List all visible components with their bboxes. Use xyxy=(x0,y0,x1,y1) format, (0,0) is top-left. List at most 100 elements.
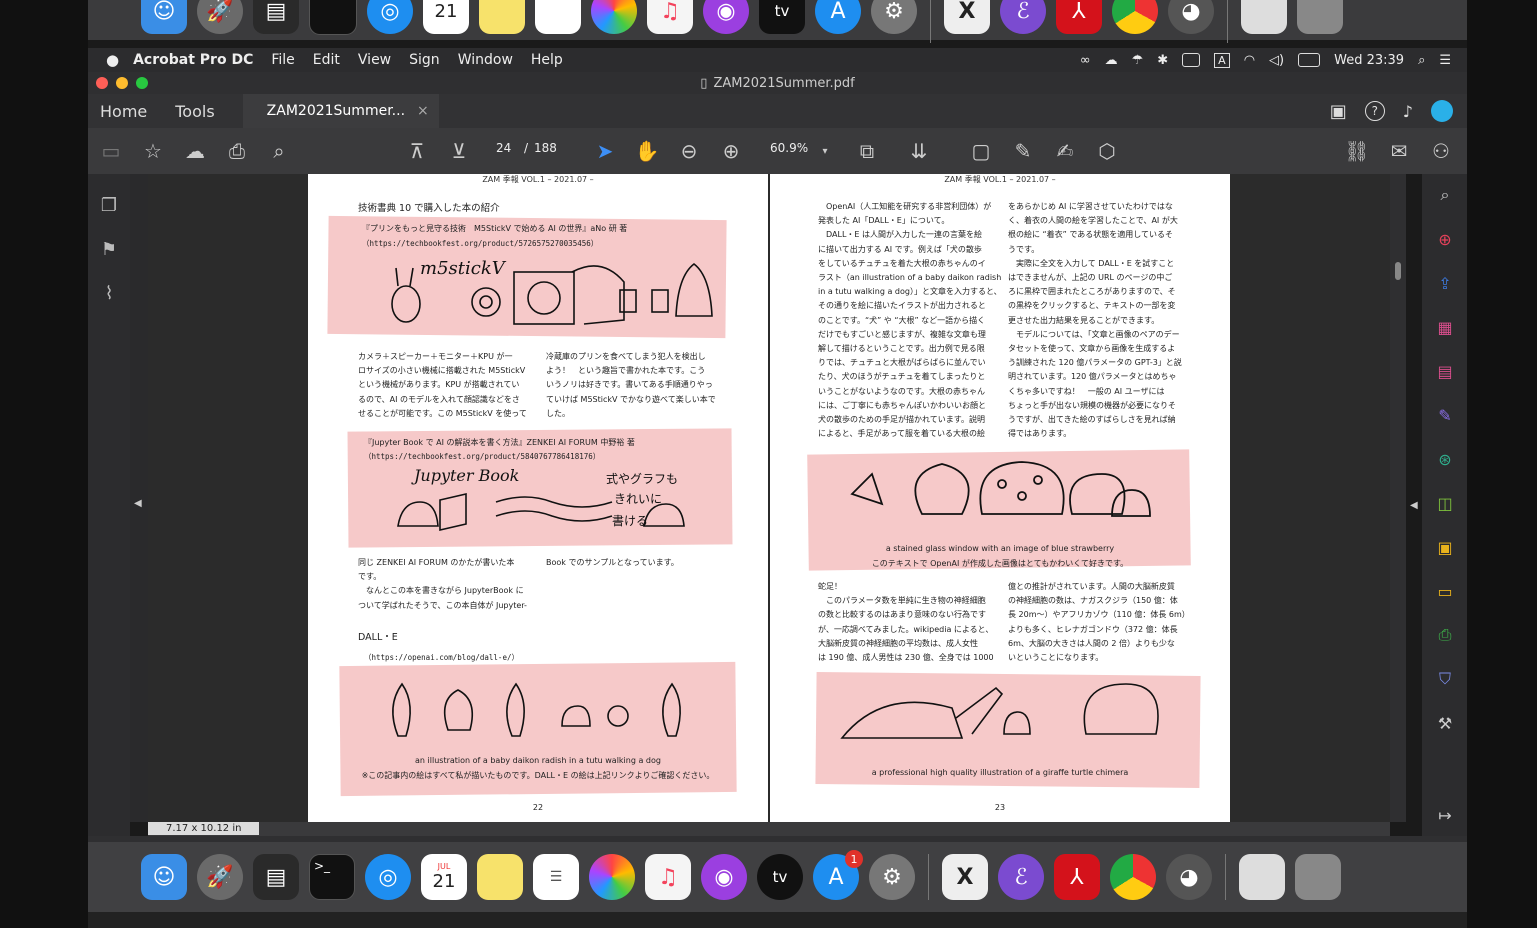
reminders-icon[interactable]: ☰ xyxy=(533,854,579,900)
weather-icon[interactable]: ☂ xyxy=(1132,53,1144,68)
save-icon[interactable]: ▭ xyxy=(98,138,124,164)
apple-tv-icon[interactable]: tv xyxy=(757,854,803,900)
export-file-icon[interactable]: ▣ xyxy=(1434,536,1456,558)
keyboard-icon[interactable] xyxy=(1182,53,1201,67)
fill-and-sign-icon[interactable]: ✎ xyxy=(1434,404,1456,426)
apple-tv-icon[interactable]: tv xyxy=(759,0,805,34)
hand-tool-icon[interactable]: ✋ xyxy=(634,138,660,164)
page-thumbnails-icon[interactable]: ❐ xyxy=(98,194,120,216)
draw-tool-icon[interactable]: ✍ xyxy=(1052,138,1078,164)
downloads-stack-icon[interactable] xyxy=(1241,0,1287,34)
spotlight-search-icon[interactable]: ⌕ xyxy=(1418,53,1425,68)
scroll-mode-icon[interactable]: ⇊ xyxy=(906,138,932,164)
apple-menu-icon[interactable]: ● xyxy=(106,51,119,69)
system-preferences-icon[interactable]: ⚙ xyxy=(871,0,917,34)
cloud-sync-icon[interactable]: ☁ xyxy=(1105,53,1118,68)
menu-help[interactable]: Help xyxy=(531,52,563,68)
zoom-search-icon[interactable]: ⌕ xyxy=(1434,184,1456,206)
export-pdf-icon[interactable]: ⇪ xyxy=(1434,272,1456,294)
acrobat-icon[interactable]: ⅄ xyxy=(1056,0,1102,34)
creative-cloud-icon[interactable]: ∞ xyxy=(1080,53,1091,68)
trash-icon[interactable] xyxy=(1295,854,1341,900)
combine-files-icon[interactable]: ◫ xyxy=(1434,492,1456,514)
zoom-window-button[interactable] xyxy=(136,77,148,89)
terminal-icon[interactable] xyxy=(309,0,357,35)
notifications-bell-icon[interactable]: ♪ xyxy=(1403,102,1413,121)
tab-tools[interactable]: Tools xyxy=(175,102,214,121)
control-center-icon[interactable]: ☰ xyxy=(1439,53,1451,68)
gimp-icon[interactable]: ◕ xyxy=(1168,0,1214,34)
collapse-rail-icon[interactable]: ↦ xyxy=(1434,804,1456,826)
notes-icon[interactable] xyxy=(479,0,525,34)
x11-icon[interactable]: X xyxy=(942,854,988,900)
add-comment-icon[interactable]: ▢ xyxy=(968,138,994,164)
attachments-icon[interactable]: ⌇ xyxy=(98,282,120,304)
podcasts-icon[interactable]: ◉ xyxy=(703,0,749,34)
calendar-icon[interactable]: 21 xyxy=(423,0,469,34)
next-page-icon[interactable]: ⊻ xyxy=(446,138,472,164)
music-icon[interactable]: ♫ xyxy=(647,0,693,34)
app-store-icon[interactable]: A xyxy=(815,0,861,34)
search-zoom-icon[interactable]: ⌕ xyxy=(266,138,292,164)
photos-icon[interactable] xyxy=(589,854,635,900)
safari-icon[interactable]: ◎ xyxy=(367,0,413,34)
bluetooth-icon[interactable]: ✱ xyxy=(1157,53,1168,68)
launchpad-icon[interactable]: 🚀 xyxy=(197,854,243,900)
organize-pages-icon[interactable]: ▦ xyxy=(1434,316,1456,338)
create-pdf-icon[interactable]: ⊕ xyxy=(1434,228,1456,250)
more-tools-icon[interactable]: ⚒ xyxy=(1434,712,1456,734)
left-panel-toggle[interactable]: ◀ xyxy=(130,174,148,822)
menu-window[interactable]: Window xyxy=(458,52,513,68)
downloads-stack-icon[interactable] xyxy=(1239,854,1285,900)
select-cursor-icon[interactable]: ➤ xyxy=(592,138,618,164)
bookmarks-icon[interactable]: ⚑ xyxy=(98,238,120,260)
notes-icon[interactable] xyxy=(477,854,523,900)
expand-panel-arrow-icon[interactable]: ◀ xyxy=(1410,500,1418,511)
app-store-icon[interactable]: A 1 xyxy=(813,850,863,900)
bookmark-star-icon[interactable]: ☆ xyxy=(140,138,166,164)
comment-bubble-icon[interactable]: ▣ xyxy=(1330,101,1347,122)
trash-icon[interactable] xyxy=(1297,0,1343,34)
system-preferences-icon[interactable]: ⚙ xyxy=(869,854,915,900)
music-icon[interactable]: ♫ xyxy=(645,854,691,900)
gimp-icon[interactable]: ◕ xyxy=(1166,854,1212,900)
volume-icon[interactable]: ◁) xyxy=(1269,53,1284,68)
photos-icon[interactable] xyxy=(591,0,637,34)
menu-sign[interactable]: Sign xyxy=(409,52,440,68)
scrollbar-thumb[interactable] xyxy=(1395,262,1401,280)
minimize-window-button[interactable] xyxy=(116,77,128,89)
share-link-icon[interactable]: ⛓ xyxy=(1344,138,1370,164)
print-icon[interactable]: ⎙ xyxy=(224,138,250,164)
page-number-input[interactable]: 24 xyxy=(496,141,511,155)
emacs-icon[interactable]: ℰ xyxy=(1000,0,1046,34)
finder-icon[interactable]: ☺ xyxy=(141,854,187,900)
fill-sign-icon[interactable]: ⬡ xyxy=(1094,138,1120,164)
tab-document[interactable]: ZAM2021Summer... × xyxy=(242,94,439,128)
zoom-in-icon[interactable]: ⊕ xyxy=(718,138,744,164)
acrobat-icon[interactable]: ⅄ xyxy=(1054,854,1100,900)
protect-shield-icon[interactable]: ⛉ xyxy=(1434,668,1456,690)
activity-monitor-icon[interactable]: ▤ xyxy=(253,854,299,900)
finder-icon[interactable]: ☺ xyxy=(141,0,187,34)
previous-page-icon[interactable]: ⊼ xyxy=(404,138,430,164)
highlight-pen-icon[interactable]: ✎ xyxy=(1010,138,1036,164)
chrome-icon[interactable] xyxy=(1110,854,1156,900)
menu-edit[interactable]: Edit xyxy=(313,52,340,68)
compare-files-icon[interactable]: ⊛ xyxy=(1434,448,1456,470)
podcasts-icon[interactable]: ◉ xyxy=(701,854,747,900)
vertical-scrollbar[interactable] xyxy=(1390,174,1406,822)
edit-pdf-icon[interactable]: ▤ xyxy=(1434,360,1456,382)
comment-tool-icon[interactable]: ▭ xyxy=(1434,580,1456,602)
help-icon[interactable]: ? xyxy=(1364,101,1385,121)
collapse-arrow-icon[interactable]: ◀ xyxy=(134,498,142,509)
app-menu[interactable]: Acrobat Pro DC xyxy=(133,52,253,68)
tab-close-button[interactable]: × xyxy=(417,103,429,119)
safari-icon[interactable]: ◎ xyxy=(365,854,411,900)
emacs-icon[interactable]: ℰ xyxy=(998,854,1044,900)
chevron-down-icon[interactable]: ▾ xyxy=(812,138,838,164)
menu-file[interactable]: File xyxy=(271,52,294,68)
user-avatar[interactable] xyxy=(1431,100,1453,122)
activity-monitor-icon[interactable]: ▤ xyxy=(253,0,299,34)
zoom-out-icon[interactable]: ⊖ xyxy=(676,138,702,164)
wifi-icon[interactable]: ◠ xyxy=(1244,53,1255,68)
